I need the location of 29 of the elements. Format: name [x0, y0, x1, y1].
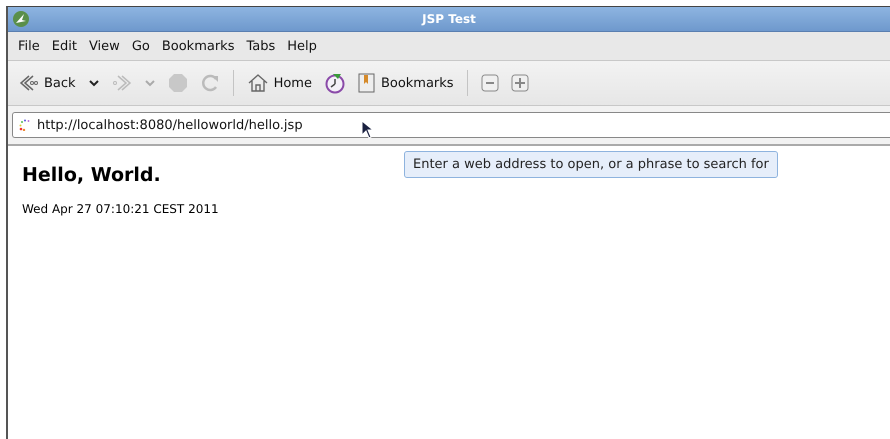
bookmarks-button[interactable]: Bookmarks	[354, 71, 457, 95]
menu-item[interactable]: Help	[281, 38, 323, 54]
menu-item[interactable]: View	[82, 38, 126, 54]
app-logo-icon	[12, 10, 30, 28]
window-title: JSP Test	[422, 12, 476, 26]
back-arrow-icon	[19, 74, 39, 92]
caret-icon	[144, 79, 156, 87]
loading-spinner-icon	[19, 119, 31, 131]
zoom-out-icon	[480, 74, 499, 92]
date-text: Wed Apr 27 07:10:21 CEST 2011	[22, 202, 220, 216]
forward-arrow-icon	[112, 74, 132, 92]
address-field[interactable]: http://localhost:8080/helloworld/hello.jsp	[12, 112, 890, 138]
menu-item[interactable]: File	[12, 38, 46, 54]
house-icon	[246, 73, 269, 93]
bookmark-book-icon	[358, 73, 376, 93]
menu-item[interactable]: Edit	[46, 38, 83, 54]
back-button[interactable]: Back	[16, 72, 79, 94]
clock-icon	[324, 72, 346, 94]
stop-icon	[168, 73, 188, 93]
mouse-cursor-icon	[361, 120, 375, 140]
page-heading: Hello, World.	[22, 164, 161, 186]
menu-item[interactable]: Bookmarks	[156, 38, 240, 54]
caret-icon	[88, 79, 100, 87]
home-button[interactable]: Home	[244, 71, 315, 95]
menu-item[interactable]: Go	[126, 38, 156, 54]
reload-icon	[200, 73, 220, 93]
zoom-in-icon	[510, 74, 529, 92]
tooltip: Enter a web address to open, or a phrase to search for	[404, 151, 778, 178]
menu-item[interactable]: Tabs	[240, 38, 282, 54]
